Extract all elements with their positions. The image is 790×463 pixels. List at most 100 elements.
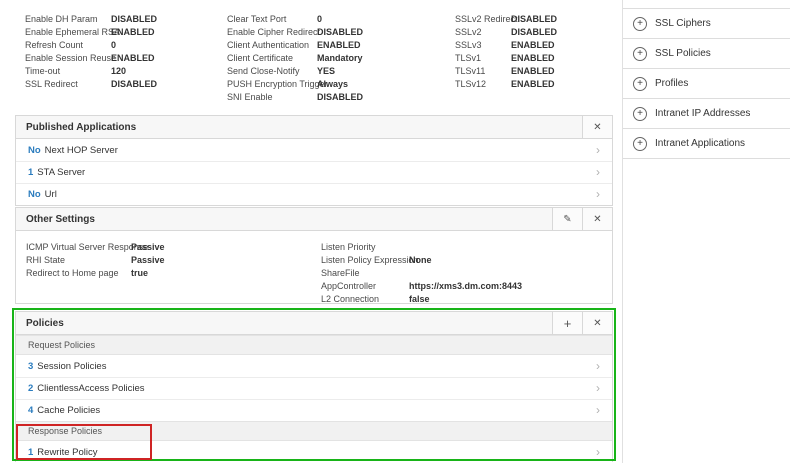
panel-header: Published Applications ✕ — [16, 116, 612, 139]
chevron-right-icon: › — [596, 144, 600, 156]
sidebar-item-ssl-policies[interactable]: + SSL Policies — [623, 39, 790, 69]
close-button[interactable]: ✕ — [582, 116, 612, 138]
param-label: Enable Session Reuse — [25, 52, 111, 65]
close-icon: ✕ — [593, 318, 601, 329]
close-icon: ✕ — [593, 214, 601, 225]
row-label: Session Policies — [37, 361, 106, 372]
expand-plus-icon: + — [633, 107, 647, 121]
param-label: SSLv3 — [455, 39, 511, 52]
sidebar-item-ssl-ciphers[interactable]: + SSL Ciphers — [623, 9, 790, 39]
panel-header: Policies + ✕ — [16, 312, 612, 335]
param-value: ENABLED — [511, 39, 557, 52]
request-policies-subheader: Request Policies — [16, 335, 612, 355]
row-label: ClientlessAccess Policies — [37, 383, 144, 394]
other-settings-right-column: Listen Priority Listen Policy Expression… — [321, 241, 522, 306]
setting-value — [409, 267, 522, 280]
chevron-right-icon: › — [596, 166, 600, 178]
sidebar-item-label: Profiles — [655, 78, 688, 89]
sidebar-item-intranet-applications[interactable]: + Intranet Applications — [623, 129, 790, 159]
plus-glyph: + — [637, 139, 643, 149]
list-item-next-hop-server[interactable]: No Next HOP Server › — [16, 139, 612, 161]
list-item-session-policies[interactable]: 3 Session Policies › — [16, 355, 612, 377]
list-item-sta-server[interactable]: 1 STA Server › — [16, 161, 612, 183]
param-value: 0 — [317, 13, 363, 26]
other-settings-panel: Other Settings ✎ ✕ ICMP Virtual Server R… — [15, 207, 613, 304]
setting-value: Passive — [131, 254, 165, 267]
param-label: Enable Cipher Redirect — [227, 26, 317, 39]
right-sidebar: + SSL Ciphers + SSL Policies + Profiles … — [622, 0, 790, 463]
other-settings-body: ICMP Virtual Server ResponsePassive RHI … — [16, 231, 612, 304]
row-count: 1 — [28, 167, 33, 178]
row-label: STA Server — [37, 167, 85, 178]
param-value: ENABLED — [111, 52, 157, 65]
row-count: 2 — [28, 383, 33, 394]
param-value: DISABLED — [111, 13, 157, 26]
chevron-right-icon: › — [596, 360, 600, 372]
plus-glyph: + — [637, 19, 643, 29]
row-label: Cache Policies — [37, 405, 100, 416]
setting-label: AppController — [321, 280, 409, 293]
chevron-right-icon: › — [596, 446, 600, 458]
close-button[interactable]: ✕ — [582, 312, 612, 334]
published-applications-panel: Published Applications ✕ No Next HOP Ser… — [15, 115, 613, 206]
setting-value: true — [131, 267, 165, 280]
plus-glyph: + — [637, 79, 643, 89]
row-label: Next HOP Server — [45, 145, 118, 156]
param-value: ENABLED — [511, 52, 557, 65]
row-count: No — [28, 145, 41, 156]
param-label: Enable DH Param — [25, 13, 111, 26]
list-item-url[interactable]: No Url › — [16, 183, 612, 205]
sidebar-item-label: Intranet IP Addresses — [655, 108, 750, 119]
param-value: DISABLED — [317, 26, 363, 39]
close-button[interactable]: ✕ — [582, 208, 612, 230]
list-item-rewrite-policy[interactable]: 1 Rewrite Policy › — [16, 441, 612, 463]
setting-value: https://xms3.dm.com:8443 — [409, 280, 522, 293]
row-count: No — [28, 189, 41, 200]
param-label: Enable Ephemeral RSA — [25, 26, 111, 39]
chevron-right-icon: › — [596, 404, 600, 416]
plus-glyph: + — [637, 109, 643, 119]
ssl-parameters-column-2: Clear Text Port0 Enable Cipher RedirectD… — [227, 13, 363, 104]
setting-label: ICMP Virtual Server Response — [26, 241, 131, 254]
param-value: 0 — [111, 39, 157, 52]
panel-title: Other Settings — [16, 208, 552, 230]
setting-value: false — [409, 293, 522, 306]
sidebar-item-profiles[interactable]: + Profiles — [623, 69, 790, 99]
sidebar-item-intranet-ip-addresses[interactable]: + Intranet IP Addresses — [623, 99, 790, 129]
sidebar-item-label: SSL Policies — [655, 48, 711, 59]
setting-label: RHI State — [26, 254, 131, 267]
setting-label: Redirect to Home page — [26, 267, 131, 280]
chevron-right-icon: › — [596, 188, 600, 200]
plus-glyph: + — [637, 49, 643, 59]
setting-value: Passive — [131, 241, 165, 254]
param-label: TLSv11 — [455, 65, 511, 78]
param-label: Time-out — [25, 65, 111, 78]
param-label: SSLv2 Redirect — [455, 13, 511, 26]
setting-value: None — [409, 254, 522, 267]
list-item-clientlessaccess-policies[interactable]: 2 ClientlessAccess Policies › — [16, 377, 612, 399]
param-value: ENABLED — [111, 26, 157, 39]
plus-icon: + — [564, 316, 572, 331]
param-label: Refresh Count — [25, 39, 111, 52]
list-item-cache-policies[interactable]: 4 Cache Policies › — [16, 399, 612, 421]
edit-button[interactable]: ✎ — [552, 208, 582, 230]
other-settings-left-column: ICMP Virtual Server ResponsePassive RHI … — [26, 241, 165, 280]
sidebar-item-label: Intranet Applications — [655, 138, 745, 149]
param-label: Send Close-Notify — [227, 65, 317, 78]
row-label: Rewrite Policy — [37, 447, 97, 458]
add-button[interactable]: + — [552, 312, 582, 334]
expand-plus-icon: + — [633, 77, 647, 91]
row-count: 3 — [28, 361, 33, 372]
panel-header: Other Settings ✎ ✕ — [16, 208, 612, 231]
param-label: Client Authentication — [227, 39, 317, 52]
param-value: 120 — [111, 65, 157, 78]
param-value: DISABLED — [317, 91, 363, 104]
setting-label: Listen Policy Expression — [321, 254, 409, 267]
pencil-icon: ✎ — [563, 214, 571, 225]
param-label: SSL Redirect — [25, 78, 111, 91]
panel-title: Policies — [16, 312, 552, 334]
close-icon: ✕ — [593, 122, 601, 133]
param-value: DISABLED — [111, 78, 157, 91]
setting-label: Listen Priority — [321, 241, 409, 254]
param-label: TLSv12 — [455, 78, 511, 91]
